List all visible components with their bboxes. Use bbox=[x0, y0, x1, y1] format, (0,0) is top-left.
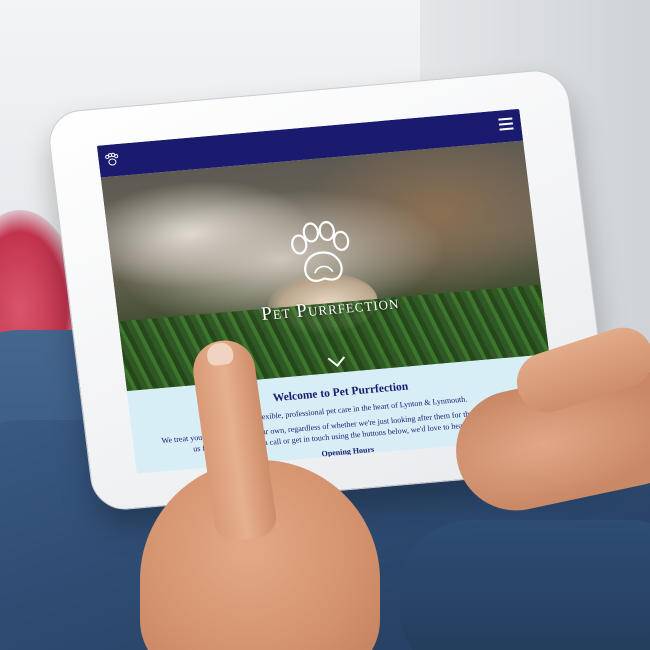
photo-scene: Pet Purrfection Welcome to Pet Purrfecti… bbox=[0, 0, 650, 650]
jeans-leg bbox=[400, 520, 650, 650]
chevron-down-icon[interactable] bbox=[326, 355, 347, 369]
paw-print-icon[interactable] bbox=[104, 152, 120, 167]
hamburger-menu-icon[interactable] bbox=[498, 117, 514, 132]
hero-image: Pet Purrfection bbox=[100, 140, 550, 392]
paw-print-icon bbox=[291, 220, 350, 283]
